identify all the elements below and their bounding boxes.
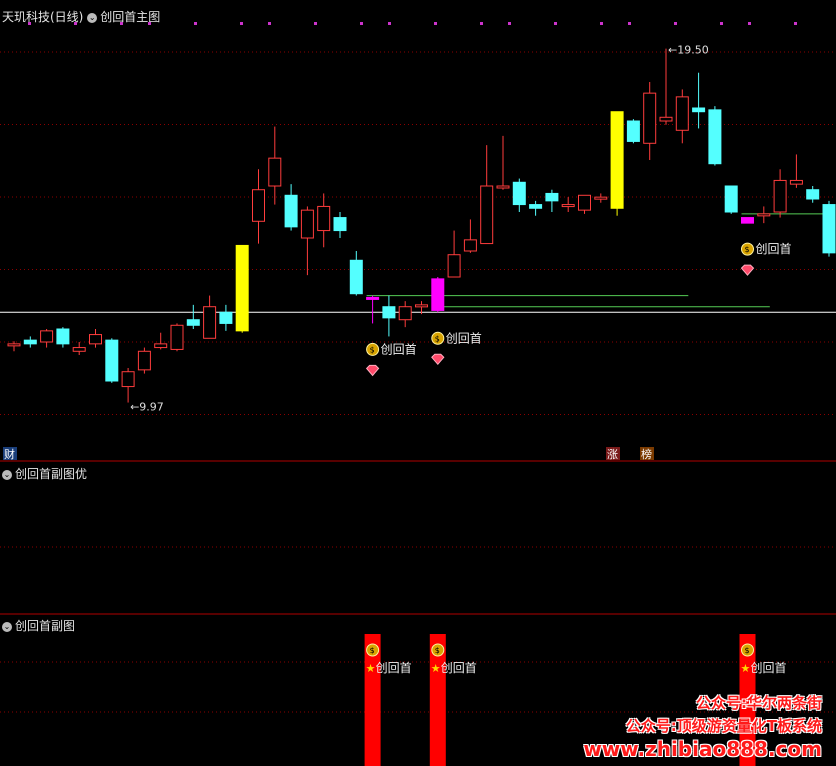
candle-body: [512, 181, 526, 206]
money-bag-icon: $: [370, 646, 375, 655]
marker-dot: [720, 22, 723, 25]
candle-body: [822, 204, 836, 254]
candle-body: [692, 107, 706, 113]
marker-dot: [388, 22, 391, 25]
marker-dot: [434, 22, 437, 25]
star-icon: ★: [366, 662, 376, 675]
signal-label: 创回首: [376, 661, 412, 675]
candle-body: [773, 179, 787, 213]
candle-body: [235, 244, 249, 332]
marker-dot: [194, 22, 197, 25]
marker-dot: [148, 22, 151, 25]
candle-body: [545, 192, 559, 202]
candle-body: [382, 306, 396, 319]
marker-dot: [268, 22, 271, 25]
star-icon: ★: [741, 662, 751, 675]
candle-body: [724, 185, 738, 213]
money-bag-icon: $: [745, 245, 750, 254]
candle-body: [349, 259, 363, 295]
marker-dot: [28, 22, 31, 25]
candle-body: [252, 189, 265, 222]
candle-body: [431, 278, 445, 311]
candle-body: [23, 339, 37, 345]
marker-dot: [748, 22, 751, 25]
candle-body: [675, 96, 689, 131]
signal-label: 创回首: [756, 242, 792, 256]
marker-dot: [600, 22, 603, 25]
watermark-line-2: 公众号:顶级游资量化T板系统: [625, 717, 822, 735]
signal-label: 创回首: [446, 331, 482, 345]
candle-body: [398, 306, 412, 321]
candle-body: [284, 194, 298, 228]
candle-body: [708, 109, 722, 165]
candle-body: [137, 350, 151, 371]
min-price-label: ←9.97: [130, 401, 164, 414]
money-bag-icon: $: [745, 646, 750, 655]
candle-body: [480, 185, 494, 245]
watermark-line-3: www.zhibiao888.com: [583, 737, 822, 761]
money-bag-icon: $: [370, 345, 375, 354]
marker-dot: [360, 22, 363, 25]
badge-zhang: 涨: [607, 448, 618, 461]
diamond-icon: [431, 353, 445, 366]
marker-dot: [480, 22, 483, 25]
marker-dot: [314, 22, 317, 25]
candle-body: [529, 204, 543, 209]
diamond-icon: [740, 264, 755, 276]
candle-body: [219, 311, 233, 324]
candlestick-chart: ←19.50 ←9.97 $ 创回首 $ 创回首 $ 创回首财 涨 榜: [0, 22, 836, 462]
candle-body: [121, 371, 135, 388]
marker-dot: [794, 22, 797, 25]
candle-body: [447, 254, 461, 278]
badge-cai: 财: [4, 447, 15, 461]
candle-body: [7, 343, 21, 347]
marker-dot: [74, 22, 77, 25]
candle-body: [415, 304, 428, 308]
candle-body: [643, 92, 657, 144]
candle-body: [610, 111, 624, 209]
candle-body: [154, 343, 168, 349]
star-icon: ★: [431, 662, 441, 675]
money-bag-icon: $: [435, 334, 440, 343]
marker-dot: [628, 22, 631, 25]
max-price-label: ←19.50: [668, 44, 709, 57]
candle-body: [561, 204, 575, 208]
candle-body: [757, 213, 771, 217]
candle-body: [333, 217, 347, 232]
candle-body: [789, 179, 803, 185]
candle-body: [806, 189, 820, 200]
candle-body: [89, 334, 102, 345]
signal-label: 创回首: [381, 342, 417, 356]
candle-body: [105, 339, 119, 382]
signal-label: 创回首: [751, 661, 787, 675]
candle-body: [300, 209, 314, 239]
candle-body: [268, 157, 282, 187]
candle-body: [317, 205, 331, 232]
money-bag-icon: $: [435, 646, 440, 655]
candle-body: [463, 239, 477, 252]
candle-body: [170, 324, 184, 350]
candle-body: [366, 296, 380, 300]
marker-dot: [120, 22, 123, 25]
marker-dot: [674, 22, 677, 25]
marker-dot: [240, 22, 243, 25]
candle-body: [626, 120, 640, 142]
marker-dot: [508, 22, 511, 25]
candle-body: [496, 185, 510, 189]
candle-body: [659, 116, 673, 122]
candle-body: [40, 330, 54, 343]
watermark-line-1: 公众号:华尔两条街: [696, 694, 822, 712]
marker-dot: [554, 22, 557, 25]
diamond-icon: [365, 364, 380, 377]
candle-body: [578, 194, 591, 211]
signal-label: 创回首: [441, 661, 477, 675]
candle-body: [594, 196, 608, 200]
candle-body: [741, 217, 754, 224]
candle-body: [56, 328, 70, 345]
badge-bang: 榜: [641, 447, 652, 461]
candle-body: [186, 319, 200, 326]
candle-body: [72, 347, 86, 352]
candle-body: [203, 306, 217, 339]
